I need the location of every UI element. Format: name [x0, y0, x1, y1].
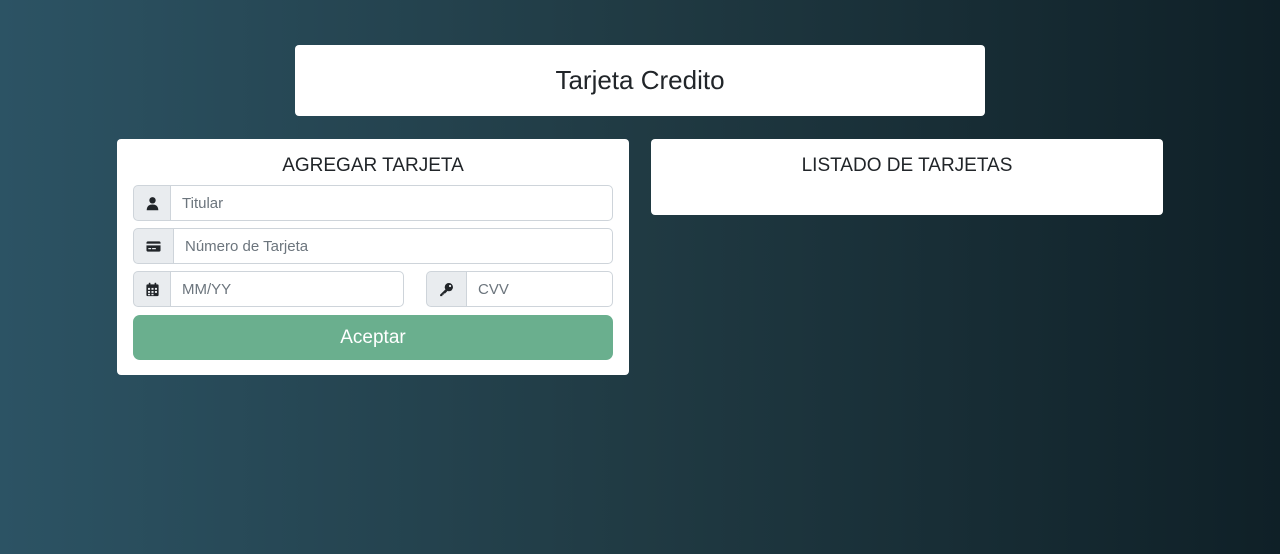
- expiry-input[interactable]: [170, 271, 404, 307]
- card-list-panel: LISTADO DE TARJETAS: [651, 139, 1163, 215]
- expiry-cvv-row: [133, 271, 613, 307]
- page-title: Tarjeta Credito: [555, 65, 725, 95]
- credit-card-icon: [133, 228, 173, 264]
- calendar-icon: [133, 271, 170, 307]
- cvv-input-group: [426, 271, 613, 307]
- cvv-input[interactable]: [466, 271, 613, 307]
- holder-input[interactable]: [170, 185, 613, 221]
- number-input-group: [133, 228, 613, 264]
- key-icon: [426, 271, 466, 307]
- expiry-input-group: [133, 271, 404, 307]
- accept-button[interactable]: Aceptar: [133, 315, 613, 360]
- card-number-input[interactable]: [173, 228, 613, 264]
- user-icon: [133, 185, 170, 221]
- title-card: Tarjeta Credito: [295, 45, 985, 116]
- add-card-panel: AGREGAR TARJETA Titular Número de Tarjet…: [117, 139, 629, 375]
- holder-input-group: [133, 185, 613, 221]
- add-card-title: AGREGAR TARJETA: [282, 155, 464, 176]
- card-list-title: LISTADO DE TARJETAS: [801, 155, 1013, 176]
